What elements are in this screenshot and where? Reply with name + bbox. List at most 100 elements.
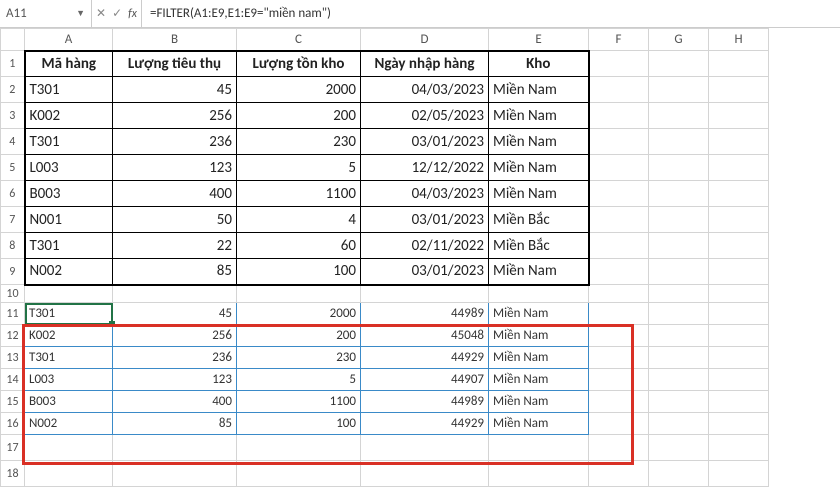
- cell[interactable]: [589, 77, 649, 103]
- cell[interactable]: [649, 155, 709, 181]
- result-cell[interactable]: 400: [113, 391, 237, 413]
- cell[interactable]: [649, 435, 709, 461]
- cell[interactable]: [589, 347, 649, 369]
- cell[interactable]: [589, 233, 649, 259]
- table-cell[interactable]: T301: [25, 77, 113, 103]
- chevron-down-icon[interactable]: ▼: [76, 8, 85, 19]
- table-cell[interactable]: T301: [25, 129, 113, 155]
- cell[interactable]: [709, 369, 769, 391]
- result-cell[interactable]: Miền Nam: [489, 325, 589, 347]
- cell[interactable]: [589, 391, 649, 413]
- result-cell[interactable]: 44989: [361, 391, 489, 413]
- cell[interactable]: [649, 51, 709, 77]
- cell[interactable]: [709, 325, 769, 347]
- cell[interactable]: [361, 435, 489, 461]
- table-cell[interactable]: 236: [113, 129, 237, 155]
- row-header-12[interactable]: 12: [1, 325, 25, 347]
- table-cell[interactable]: 1100: [237, 181, 361, 207]
- cell[interactable]: [25, 435, 113, 461]
- cell[interactable]: [649, 391, 709, 413]
- result-cell[interactable]: 44989: [361, 303, 489, 325]
- cell[interactable]: [709, 259, 769, 285]
- result-cell[interactable]: 123: [113, 369, 237, 391]
- cell[interactable]: [709, 461, 769, 487]
- cell[interactable]: [25, 285, 113, 303]
- cell[interactable]: [237, 285, 361, 303]
- table-cell[interactable]: 123: [113, 155, 237, 181]
- cell[interactable]: [709, 155, 769, 181]
- cell[interactable]: [589, 103, 649, 129]
- result-cell[interactable]: 100: [237, 413, 361, 435]
- result-cell[interactable]: 44907: [361, 369, 489, 391]
- row-header-3[interactable]: 3: [1, 103, 25, 129]
- row-header-11[interactable]: 11: [1, 303, 25, 325]
- cell[interactable]: [649, 103, 709, 129]
- table-cell[interactable]: Miền Bắc: [489, 233, 589, 259]
- table-cell[interactable]: Miền Nam: [489, 77, 589, 103]
- row-header-9[interactable]: 9: [1, 259, 25, 285]
- table-cell[interactable]: 03/01/2023: [361, 207, 489, 233]
- result-cell[interactable]: 85: [113, 413, 237, 435]
- table-cell[interactable]: 200: [237, 103, 361, 129]
- result-cell[interactable]: Miền Nam: [489, 369, 589, 391]
- cell[interactable]: [489, 461, 589, 487]
- table-cell[interactable]: 50: [113, 207, 237, 233]
- result-cell[interactable]: 230: [237, 347, 361, 369]
- table-cell[interactable]: N002: [25, 259, 113, 285]
- table-header[interactable]: Ngày nhập hàng: [361, 51, 489, 77]
- result-cell[interactable]: 45: [113, 303, 237, 325]
- table-cell[interactable]: 100: [237, 259, 361, 285]
- row-header-7[interactable]: 7: [1, 207, 25, 233]
- column-header-B[interactable]: B: [113, 29, 237, 51]
- cell[interactable]: [361, 285, 489, 303]
- result-cell[interactable]: Miền Nam: [489, 413, 589, 435]
- table-cell[interactable]: B003: [25, 181, 113, 207]
- table-cell[interactable]: 45: [113, 77, 237, 103]
- cell[interactable]: [237, 461, 361, 487]
- cell[interactable]: [649, 259, 709, 285]
- cell[interactable]: [113, 435, 237, 461]
- table-cell[interactable]: Miền Bắc: [489, 207, 589, 233]
- cell[interactable]: [709, 285, 769, 303]
- row-header-6[interactable]: 6: [1, 181, 25, 207]
- table-cell[interactable]: 2000: [237, 77, 361, 103]
- cell[interactable]: [113, 461, 237, 487]
- table-cell[interactable]: 5: [237, 155, 361, 181]
- result-cell[interactable]: B003: [25, 391, 113, 413]
- cell[interactable]: [649, 129, 709, 155]
- column-header-C[interactable]: C: [237, 29, 361, 51]
- row-header-4[interactable]: 4: [1, 129, 25, 155]
- table-header[interactable]: Mã hàng: [25, 51, 113, 77]
- table-cell[interactable]: Miền Nam: [489, 129, 589, 155]
- name-box[interactable]: A11 ▼: [0, 0, 92, 27]
- table-cell[interactable]: L003: [25, 155, 113, 181]
- table-cell[interactable]: 230: [237, 129, 361, 155]
- result-cell[interactable]: 5: [237, 369, 361, 391]
- column-header-D[interactable]: D: [361, 29, 489, 51]
- cell[interactable]: [589, 369, 649, 391]
- table-cell[interactable]: Miền Nam: [489, 259, 589, 285]
- cell[interactable]: [113, 285, 237, 303]
- cell[interactable]: [649, 285, 709, 303]
- column-header-A[interactable]: A: [25, 29, 113, 51]
- cell[interactable]: [709, 51, 769, 77]
- result-cell[interactable]: 256: [113, 325, 237, 347]
- cell[interactable]: [709, 391, 769, 413]
- result-cell[interactable]: Miền Nam: [489, 347, 589, 369]
- result-cell[interactable]: Miền Nam: [489, 303, 589, 325]
- cell[interactable]: [649, 303, 709, 325]
- cell[interactable]: [589, 181, 649, 207]
- row-header-8[interactable]: 8: [1, 233, 25, 259]
- row-header-1[interactable]: 1: [1, 51, 25, 77]
- table-header[interactable]: Kho: [489, 51, 589, 77]
- cell[interactable]: [589, 129, 649, 155]
- row-header-14[interactable]: 14: [1, 369, 25, 391]
- confirm-icon[interactable]: ✓: [112, 6, 122, 21]
- result-cell[interactable]: Miền Nam: [489, 391, 589, 413]
- result-cell[interactable]: 44929: [361, 347, 489, 369]
- result-cell[interactable]: L003: [25, 369, 113, 391]
- cell[interactable]: [709, 413, 769, 435]
- select-all-corner[interactable]: [1, 29, 25, 51]
- fx-icon[interactable]: fx: [128, 7, 137, 21]
- table-cell[interactable]: N001: [25, 207, 113, 233]
